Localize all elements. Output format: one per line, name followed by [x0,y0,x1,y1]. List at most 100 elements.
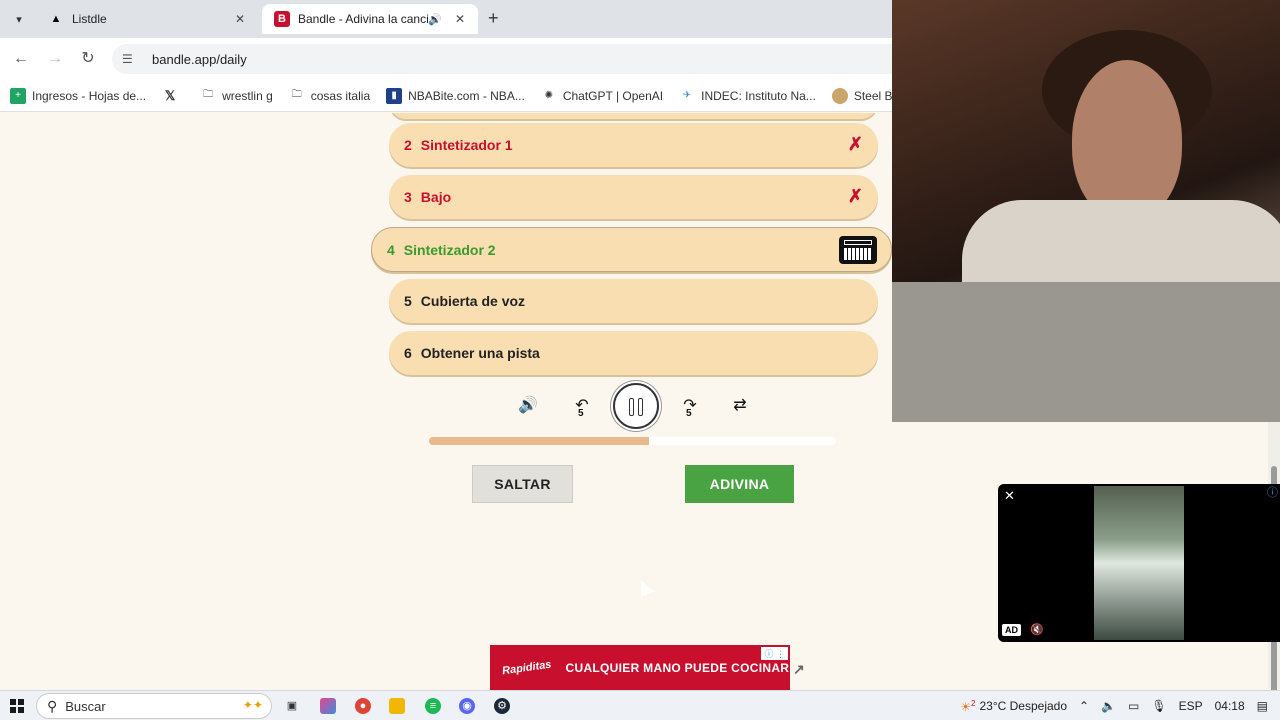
mouse-cursor-icon [634,576,654,598]
rewind-seconds: 5 [578,408,584,419]
gray-panel [892,282,1280,422]
ad-banner[interactable]: Rapiditas CUALQUIER MANO PUEDE COCINAR ⓘ… [490,645,790,691]
bookmark-x[interactable]: 𝕏 [162,88,184,104]
bookmark-label: Ingresos - Hojas de... [32,88,147,103]
new-tab-plus-icon[interactable]: + [488,8,499,29]
video-ad-player[interactable]: ✕ AD 🔇 ⓘ [998,484,1280,642]
webcam-overlay [892,0,1280,282]
bookmark-label: INDEC: Instituto Na... [701,88,816,103]
row-number: 4 [387,241,395,258]
task-view-icon[interactable]: ▣ [284,698,300,714]
bookmark-label: ChatGPT | OpenAI [562,88,664,103]
folder-icon: 🗀 [203,89,214,100]
discord-icon[interactable]: ◉ [459,698,475,714]
close-icon[interactable]: ✕ [1004,488,1015,504]
volume-icon[interactable]: 🔊 [515,393,541,419]
forward-arrow-icon[interactable]: → [44,48,66,70]
copilot-sparkle-icon: ✦✦ [242,698,263,712]
bookmark-nba[interactable]: ▮ NBABite.com - NBA... [386,87,525,104]
address-bar[interactable]: ☰ bandle.app/daily [112,44,892,74]
ad-brand-logo: Rapiditas [501,658,553,678]
speaker-icon[interactable]: 🔈 [1101,699,1116,713]
microphone-icon[interactable]: 🎙 [1151,699,1166,713]
wrong-x-icon: ✗ [847,186,863,206]
mute-icon[interactable]: 🔇 [1030,623,1044,636]
bandle-icon: B [274,11,290,27]
row-label: Sintetizador 1 [420,137,513,153]
tab-search-chevron-icon[interactable]: ▾ [8,8,30,30]
windows-start-icon[interactable] [10,699,24,713]
bandle-page: 2 Sintetizador 1 ✗ 3 Bajo ✗ 4 Sintetizad… [0,113,892,643]
row-label: Sintetizador 2 [403,241,496,258]
chevron-up-icon[interactable]: ⌃ [1079,699,1089,713]
notifications-icon[interactable]: ▤ [1257,699,1268,713]
spotify-icon[interactable]: ≡ [425,698,441,714]
weather-text[interactable]: 23°C Despejado [979,699,1067,713]
bookmark-label: wrestlin g [222,88,273,103]
bookmark-label: cosas italia [310,88,371,103]
row-label: Obtener una pista [420,345,540,361]
rewind-5-icon[interactable]: ↶ 5 [569,393,595,419]
repeat-off-icon[interactable]: ⇄ [727,393,753,419]
file-explorer-icon[interactable] [389,698,405,714]
guess-row-6-hint[interactable]: 6 Obtener una pista [389,331,878,375]
browser-toolbar: ← → ↻ ☰ bandle.app/daily [0,38,892,80]
video-frame [1094,486,1184,640]
clock[interactable]: 04:18 [1215,699,1245,713]
language-indicator[interactable]: ESP [1179,699,1203,713]
sbr-icon [831,87,848,104]
synthesizer-keyboard-icon [839,236,877,264]
weather-icon[interactable]: ☀2 [960,699,975,714]
bookmarks-bar: + Ingresos - Hojas de... 𝕏 🗀 wrestlin g … [0,80,892,112]
openai-icon: ✺ [544,90,554,101]
search-placeholder: Buscar [65,698,106,714]
ad-choices-icon[interactable]: ⓘ ⋮ [761,647,788,660]
forward-seconds: 5 [686,408,692,419]
x-icon: 𝕏 [164,87,176,103]
reload-icon[interactable]: ↻ [77,48,99,70]
bookmark-chatgpt[interactable]: ✺ ChatGPT | OpenAI [541,88,663,104]
copilot-icon[interactable] [320,698,336,714]
guess-row-5: 5 Cubierta de voz [389,279,878,323]
network-icon[interactable]: ▭ [1128,699,1139,713]
steam-icon[interactable]: ⚙ [494,698,510,714]
skip-button[interactable]: SALTAR [472,465,573,503]
chrome-icon[interactable]: ● [355,698,371,714]
ad-text: CUALQUIER MANO PUEDE COCINAR [565,661,790,675]
tab-listdle[interactable]: ▲ Listdle ✕ [36,4,258,34]
bookmark-folder-wrestling[interactable]: 🗀 wrestlin g [200,88,273,104]
bookmark-indec[interactable]: ✈ INDEC: Instituto Na... [679,88,816,104]
bookmark-sbr[interactable]: Steel Ball Run Mar [831,87,892,104]
site-settings-icon[interactable]: ☰ [122,52,140,66]
tab-bandle[interactable]: B Bandle - Adivina la canción 🔊 ✕ [262,4,478,34]
wrong-x-icon: ✗ [847,134,863,154]
taskbar: ⚲ Buscar ✦✦ ▣ ● ≡ ◉ ⚙ ☀2 23°C Despejado … [0,690,1280,720]
pause-button[interactable] [613,383,659,429]
forward-5-icon[interactable]: ↷ 5 [677,393,703,419]
ad-badge: AD [1002,624,1021,636]
indec-icon: ✈ [682,90,692,101]
close-icon[interactable]: ✕ [232,12,248,26]
bookmark-label: Steel Ball Run Mar [853,88,892,103]
guess-button[interactable]: ADIVINA [685,465,794,503]
bookmark-folder-italia[interactable]: 🗀 cosas italia [289,88,370,104]
playback-progress-bar[interactable] [429,437,836,445]
info-icon[interactable]: ⓘ [1267,484,1278,500]
progress-fill [429,437,649,445]
guess-row-4-current: 4 Sintetizador 2 [371,227,892,272]
player-controls: 🔊 ↶ 5 ↷ 5 ⇄ [0,383,892,433]
back-arrow-icon[interactable]: ← [10,48,32,70]
guess-row-3: 3 Bajo ✗ [389,175,878,219]
row-number: 6 [404,345,412,361]
taskbar-search[interactable]: ⚲ Buscar ✦✦ [36,693,272,719]
speaker-icon[interactable]: 🔊 [428,13,442,26]
close-icon[interactable]: ✕ [452,12,468,26]
folder-icon: 🗀 [291,89,302,100]
tab-title: Bandle - Adivina la canción [298,12,429,26]
url-text: bandle.app/daily [152,51,247,67]
row-label: Bajo [420,189,452,205]
row-number: 3 [404,189,412,205]
bookmark-sheets[interactable]: + Ingresos - Hojas de... [10,87,147,104]
row-number: 2 [404,137,412,153]
search-icon: ⚲ [47,697,58,714]
